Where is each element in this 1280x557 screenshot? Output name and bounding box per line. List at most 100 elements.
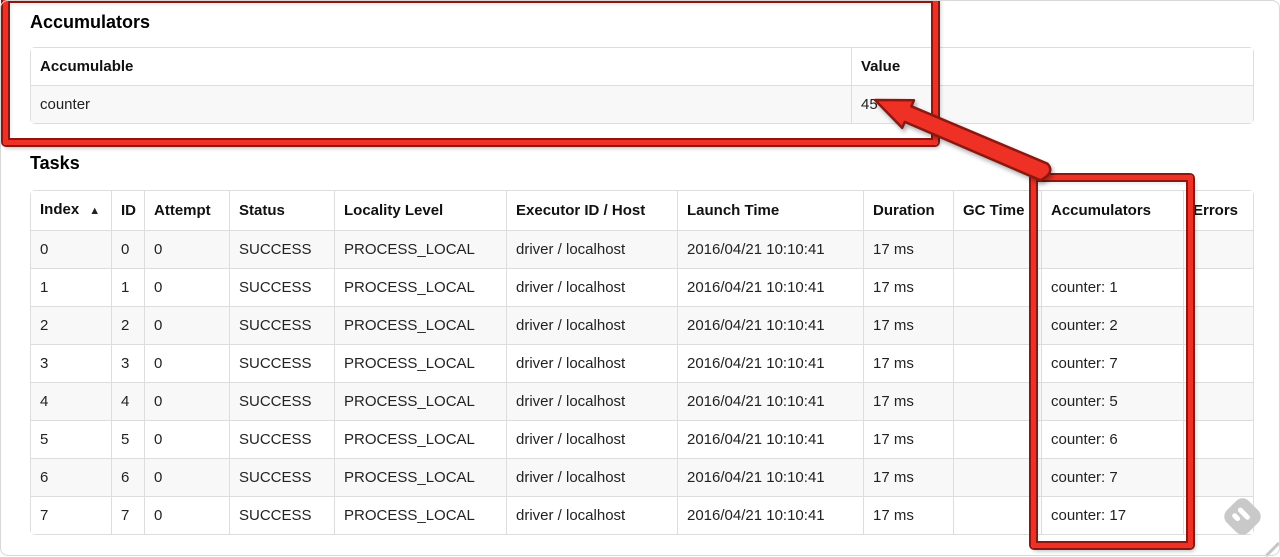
table-cell: 0 (144, 496, 229, 534)
table-cell: driver / localhost (506, 230, 677, 268)
table-cell: counter: 7 (1041, 344, 1183, 382)
table-cell (953, 458, 1041, 496)
table-cell: PROCESS_LOCAL (334, 496, 506, 534)
table-row: 2 2 0 SUCCESS PROCESS_LOCAL driver / localhos… (31, 306, 1253, 344)
table-cell: PROCESS_LOCAL (334, 420, 506, 458)
table-cell (953, 420, 1041, 458)
column-header-label: GC Time (963, 202, 1025, 219)
table-cell: 17 ms (863, 268, 953, 306)
column-header-index[interactable]: Index ▲ (31, 191, 111, 230)
table-cell: counter: 2 (1041, 306, 1183, 344)
column-header-accumulators[interactable]: Accumulators (1041, 191, 1183, 230)
table-cell: 0 (144, 458, 229, 496)
table-cell: 0 (144, 344, 229, 382)
table-cell: 2016/04/21 10:10:41 (677, 230, 863, 268)
table-cell: PROCESS_LOCAL (334, 458, 506, 496)
column-header-label: Locality Level (344, 202, 444, 219)
tasks-header-row: Index ▲ ID Attempt Status Locality Level Execu… (31, 191, 1253, 230)
table-row: 0 0 0 SUCCESS PROCESS_LOCAL driver / localhos… (31, 230, 1253, 268)
table-cell (953, 496, 1041, 534)
table-cell: 7 (31, 496, 111, 534)
table-cell (1041, 230, 1183, 268)
table-cell: driver / localhost (506, 458, 677, 496)
table-cell (1183, 420, 1253, 458)
table-row: counter 45 (31, 85, 1253, 123)
table-cell: 3 (31, 344, 111, 382)
table-cell (953, 306, 1041, 344)
table-cell: PROCESS_LOCAL (334, 306, 506, 344)
table-cell (1183, 458, 1253, 496)
table-row: 7 7 0 SUCCESS PROCESS_LOCAL driver / localhos… (31, 496, 1253, 534)
table-cell: driver / localhost (506, 344, 677, 382)
table-cell (1183, 344, 1253, 382)
table-cell: counter: 7 (1041, 458, 1183, 496)
table-row: 1 1 0 SUCCESS PROCESS_LOCAL driver / localhos… (31, 268, 1253, 306)
table-cell: 2 (31, 306, 111, 344)
table-cell: 2016/04/21 10:10:41 (677, 420, 863, 458)
table-cell (953, 268, 1041, 306)
table-cell: 3 (111, 344, 144, 382)
spark-stage-page: Accumulators Accumulable Value counter 45 … (0, 0, 1280, 535)
table-cell: 17 ms (863, 344, 953, 382)
table-cell: 2016/04/21 10:10:41 (677, 496, 863, 534)
table-cell (1183, 268, 1253, 306)
table-cell: counter: 1 (1041, 268, 1183, 306)
column-header-errors[interactable]: Errors (1183, 191, 1253, 230)
table-cell: 0 (144, 230, 229, 268)
table-cell: 4 (111, 382, 144, 420)
table-cell: 7 (111, 496, 144, 534)
table-cell (953, 230, 1041, 268)
table-cell: driver / localhost (506, 382, 677, 420)
table-cell: 2 (111, 306, 144, 344)
table-cell: 5 (111, 420, 144, 458)
table-cell: 2016/04/21 10:10:41 (677, 306, 863, 344)
table-cell: SUCCESS (229, 268, 334, 306)
column-header-label: Attempt (154, 202, 211, 219)
column-header-label: Index (40, 201, 80, 218)
column-header-attempt[interactable]: Attempt (144, 191, 229, 230)
table-row: 3 3 0 SUCCESS PROCESS_LOCAL driver / localhos… (31, 344, 1253, 382)
table-cell: counter (31, 85, 851, 123)
column-header-accumulable[interactable]: Accumulable (31, 48, 851, 85)
table-cell: SUCCESS (229, 458, 334, 496)
column-header-label: Errors (1193, 202, 1239, 219)
table-cell: 45 (851, 85, 1253, 123)
table-cell: 17 ms (863, 420, 953, 458)
column-header-gc-time[interactable]: GC Time (953, 191, 1041, 230)
table-cell: 4 (31, 382, 111, 420)
table-cell: 6 (111, 458, 144, 496)
column-header-locality-level[interactable]: Locality Level (334, 191, 506, 230)
column-header-label: Duration (873, 202, 935, 219)
tasks-section-heading: Tasks (30, 153, 80, 173)
column-header-duration[interactable]: Duration (863, 191, 953, 230)
table-cell: 0 (144, 382, 229, 420)
accumulators-header-row: Accumulable Value (31, 48, 1253, 85)
table-cell: 17 ms (863, 496, 953, 534)
table-cell: 2016/04/21 10:10:41 (677, 344, 863, 382)
column-header-label: Launch Time (687, 202, 780, 219)
table-cell: PROCESS_LOCAL (334, 268, 506, 306)
table-cell: SUCCESS (229, 344, 334, 382)
column-header-value[interactable]: Value (851, 48, 1253, 85)
table-cell: counter: 17 (1041, 496, 1183, 534)
column-header-launch-time[interactable]: Launch Time (677, 191, 863, 230)
table-cell (953, 344, 1041, 382)
column-header-label: Accumulators (1051, 202, 1152, 219)
table-cell: 0 (111, 230, 144, 268)
table-row: 4 4 0 SUCCESS PROCESS_LOCAL driver / localhos… (31, 382, 1253, 420)
table-cell: 5 (31, 420, 111, 458)
column-header-id[interactable]: ID (111, 191, 144, 230)
column-header-status[interactable]: Status (229, 191, 334, 230)
column-header-executor-id-host[interactable]: Executor ID / Host (506, 191, 677, 230)
table-cell (1183, 230, 1253, 268)
table-cell: 2016/04/21 10:10:41 (677, 458, 863, 496)
table-cell: driver / localhost (506, 306, 677, 344)
table-cell (1183, 496, 1253, 534)
table-cell: SUCCESS (229, 382, 334, 420)
table-cell (1183, 382, 1253, 420)
table-cell: PROCESS_LOCAL (334, 344, 506, 382)
table-row: 6 6 0 SUCCESS PROCESS_LOCAL driver / localhos… (31, 458, 1253, 496)
table-cell: PROCESS_LOCAL (334, 382, 506, 420)
table-cell: counter: 5 (1041, 382, 1183, 420)
table-cell: 2016/04/21 10:10:41 (677, 268, 863, 306)
